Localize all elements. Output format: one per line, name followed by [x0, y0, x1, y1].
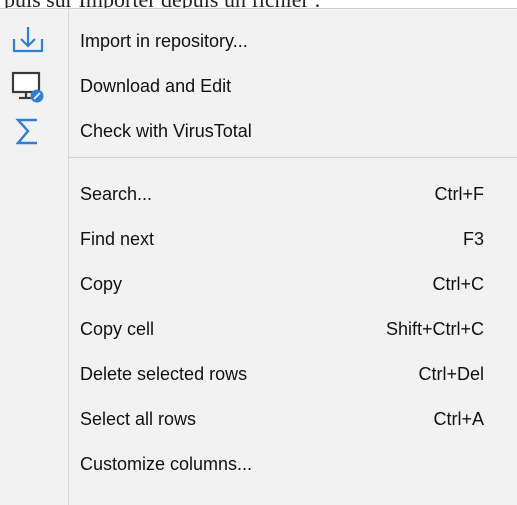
menu-item-shortcut: Ctrl+C	[432, 274, 484, 294]
menu-item-copy[interactable]: Copy Ctrl+C	[0, 262, 517, 307]
menu-item-shortcut: Shift+Ctrl+C	[385, 319, 484, 339]
menu-item-label: Copy cell	[80, 319, 155, 339]
menu-item-label: Download and Edit	[80, 76, 232, 96]
menu-item-shortcut: F3	[462, 229, 484, 249]
menu-item-label: Customize columns...	[80, 454, 253, 474]
menu-item-search[interactable]: Search... Ctrl+F	[0, 172, 517, 217]
import-download-icon	[10, 25, 46, 59]
context-menu: Import in repository... Download and Edi…	[0, 8, 517, 505]
menu-item-find-next[interactable]: Find next F3	[0, 217, 517, 262]
menu-item-shortcut: Ctrl+Del	[418, 364, 484, 384]
menu-item-delete-selected-rows[interactable]: Delete selected rows Ctrl+Del	[0, 352, 517, 397]
menu-item-shortcut: Ctrl+A	[433, 409, 484, 429]
menu-item-label: Delete selected rows	[80, 364, 248, 384]
menu-item-download-and-edit[interactable]: Download and Edit	[0, 64, 517, 109]
monitor-edit-icon	[10, 70, 46, 104]
menu-item-label: Select all rows	[80, 409, 197, 429]
menu-item-label: Copy	[80, 274, 123, 294]
menu-item-copy-cell[interactable]: Copy cell Shift+Ctrl+C	[0, 307, 517, 352]
menu-separator	[69, 157, 517, 158]
sigma-icon	[10, 115, 46, 149]
menu-item-customize-columns[interactable]: Customize columns...	[0, 442, 517, 487]
menu-item-label: Search...	[80, 184, 153, 204]
menu-item-shortcut: Ctrl+F	[434, 184, 485, 204]
menu-item-select-all-rows[interactable]: Select all rows Ctrl+A	[0, 397, 517, 442]
menu-item-label: Check with VirusTotal	[80, 121, 252, 141]
menu-item-check-with-virustotal[interactable]: Check with VirusTotal	[0, 109, 517, 154]
menu-item-import-in-repository[interactable]: Import in repository...	[0, 19, 517, 64]
menu-item-label: Find next	[80, 229, 155, 249]
menu-item-label: Import in repository...	[80, 31, 248, 51]
